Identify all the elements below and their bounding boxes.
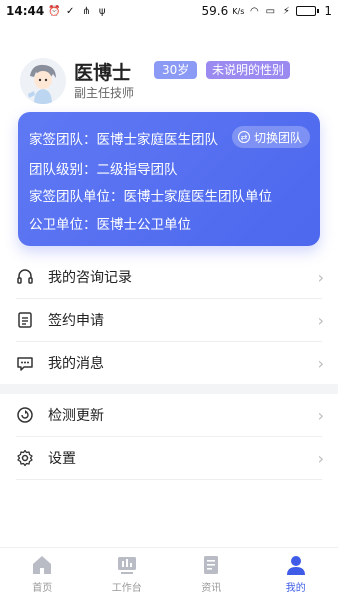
status-bar: 14:44 ⏰ ✓ ⋔ ψ 59.6 K/s ◠ ▭ ⚡ 1 bbox=[0, 0, 338, 22]
tab-workbench[interactable]: 工作台 bbox=[85, 548, 170, 600]
switch-team-button[interactable]: ⇄ 切换团队 bbox=[231, 126, 310, 148]
team-name-row: 家签团队：医博士家庭医生团队 bbox=[29, 132, 218, 148]
menu-my-messages[interactable]: 我的消息 › bbox=[0, 342, 338, 384]
divider bbox=[16, 479, 322, 480]
switch-icon: ⇄ bbox=[237, 131, 250, 143]
tab-home[interactable]: 首页 bbox=[0, 548, 85, 600]
sim-icon: ▭ bbox=[265, 5, 276, 17]
status-time: 14:44 bbox=[6, 4, 45, 18]
menu-check-update[interactable]: 检测更新 › bbox=[0, 394, 338, 436]
chevron-right-icon: › bbox=[317, 353, 324, 373]
tab-mine[interactable]: 我的 bbox=[254, 548, 338, 600]
menu-settings-label: 设置 bbox=[48, 451, 76, 467]
charging-icon: ⚡ bbox=[282, 5, 290, 17]
menu-sign-label: 签约申请 bbox=[48, 313, 104, 329]
usb-icon: ψ bbox=[98, 5, 106, 17]
alarm-icon: ⏰ bbox=[47, 5, 61, 17]
tab-news-label: 资讯 bbox=[201, 583, 222, 594]
headset-icon bbox=[16, 268, 34, 286]
tab-mine-label: 我的 bbox=[285, 583, 306, 594]
battery-level: 1 bbox=[324, 4, 332, 18]
wifi-icon: ◠ bbox=[249, 5, 259, 17]
menu-update-label: 检测更新 bbox=[48, 408, 104, 424]
refresh-icon bbox=[16, 406, 34, 424]
team-card: 家签团队：医博士家庭医生团队 ⇄ 切换团队 团队级别：二级指导团队 家签团队单位… bbox=[18, 112, 320, 246]
team-unit-row: 家签团队单位：医博士家庭医生团队单位 bbox=[29, 189, 272, 205]
tab-workbench-label: 工作台 bbox=[111, 583, 142, 594]
switch-team-label: 切换团队 bbox=[253, 130, 302, 145]
workbench-icon bbox=[117, 557, 136, 574]
document-icon bbox=[16, 311, 34, 329]
check-circle-icon: ✓ bbox=[66, 5, 75, 17]
menu-consult-records[interactable]: 我的咨询记录 › bbox=[0, 256, 338, 298]
public-unit-row: 公卫单位：医博士公卫单位 bbox=[29, 217, 191, 233]
section-separator bbox=[0, 384, 338, 394]
user-name: 医博士 bbox=[74, 62, 132, 84]
menu-sign-application[interactable]: 签约申请 › bbox=[0, 299, 338, 341]
network-speed-unit: K/s bbox=[232, 6, 245, 16]
chevron-right-icon: › bbox=[317, 448, 324, 468]
bottom-tab-bar: 首页 工作台 资讯 我的 bbox=[0, 547, 338, 600]
battery-icon bbox=[296, 6, 320, 16]
job-title: 副主任技师 bbox=[74, 86, 135, 100]
menu-messages-label: 我的消息 bbox=[48, 356, 104, 372]
share-icon: ⋔ bbox=[82, 5, 91, 17]
news-icon bbox=[204, 556, 219, 574]
age-badge: 30岁 bbox=[154, 61, 198, 79]
tab-news[interactable]: 资讯 bbox=[169, 548, 254, 600]
message-icon bbox=[16, 354, 34, 372]
home-icon bbox=[33, 556, 52, 574]
avatar[interactable] bbox=[20, 58, 66, 104]
gear-icon bbox=[16, 449, 34, 467]
chevron-right-icon: › bbox=[317, 405, 324, 425]
team-level-row: 团队级别：二级指导团队 bbox=[29, 162, 178, 178]
menu-consult-label: 我的咨询记录 bbox=[48, 270, 132, 286]
chevron-right-icon: › bbox=[317, 310, 324, 330]
chevron-right-icon: › bbox=[317, 267, 324, 287]
tab-home-label: 首页 bbox=[32, 583, 53, 594]
network-speed: 59.6 bbox=[201, 4, 229, 18]
menu-settings[interactable]: 设置 › bbox=[0, 437, 338, 479]
profile-header: 医博士 30岁 未说明的性别 副主任技师 bbox=[20, 58, 320, 104]
person-icon bbox=[286, 556, 305, 575]
gender-badge: 未说明的性别 bbox=[206, 61, 291, 79]
